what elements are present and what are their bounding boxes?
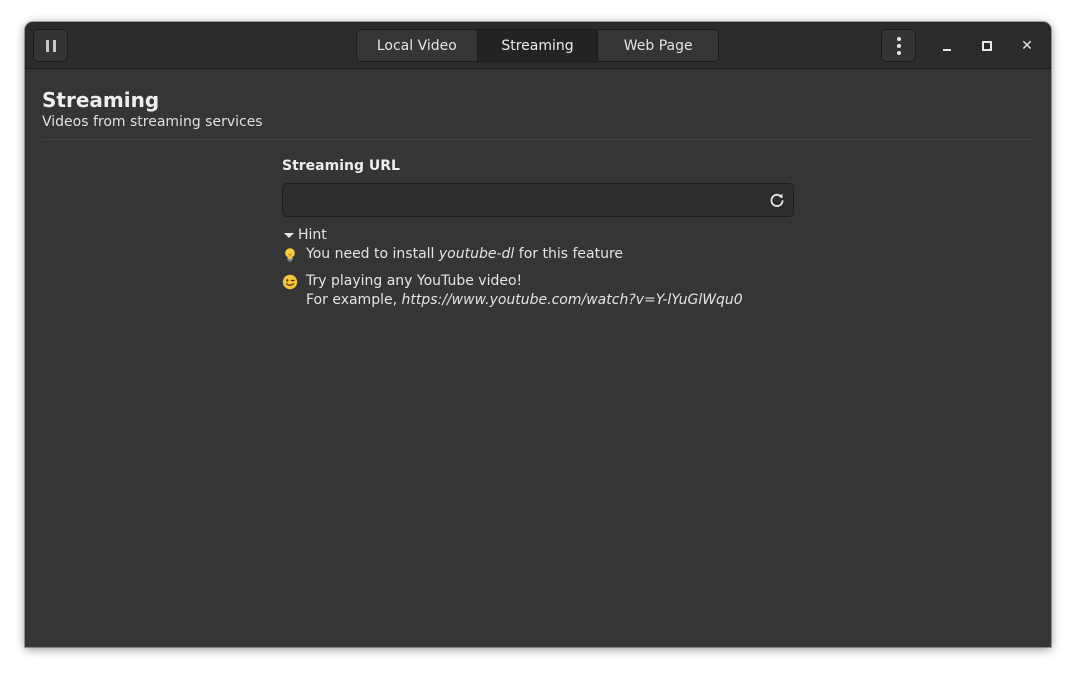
streaming-url-label: Streaming URL [282, 158, 400, 174]
hint-example-url: https://www.youtube.com/watch?v=Y-lYuGlW… [401, 292, 743, 308]
page-subtitle: Videos from streaming services [42, 114, 263, 130]
expander-arrow-icon [284, 232, 294, 238]
header-bar: Local Video Streaming Web Page ✕ [25, 22, 1051, 69]
refresh-icon[interactable] [769, 192, 785, 208]
kebab-menu-icon [896, 36, 901, 55]
minimize-icon [943, 49, 951, 51]
close-button[interactable]: ✕ [1016, 35, 1038, 57]
maximize-button[interactable] [976, 35, 998, 57]
pause-icon [45, 39, 56, 52]
view-switcher: Local Video Streaming Web Page [356, 29, 719, 62]
hint-toggle-label: Hint [298, 227, 327, 243]
maximize-icon [982, 41, 992, 51]
pause-button[interactable] [33, 29, 68, 62]
streaming-url-field [282, 183, 794, 218]
hint-expander[interactable]: Hint [282, 227, 327, 243]
minimize-button[interactable] [936, 35, 958, 57]
wink-emoji-icon [282, 274, 298, 290]
main-menu-button[interactable] [881, 29, 916, 62]
streaming-url-input[interactable] [291, 184, 765, 218]
lightbulb-icon [285, 248, 295, 262]
app-window: Local Video Streaming Web Page ✕ Streami… [25, 22, 1051, 647]
hint-install-package: youtube-dl [438, 246, 515, 262]
tab-local-video[interactable]: Local Video [357, 30, 478, 61]
hint-youtube-text: Try playing any YouTube video! [306, 273, 523, 289]
close-icon: ✕ [1021, 38, 1033, 54]
tab-web-page[interactable]: Web Page [598, 30, 718, 61]
hint-install-suffix: for this feature [514, 246, 624, 262]
tab-streaming[interactable]: Streaming [477, 30, 599, 61]
header-separator [42, 139, 1033, 140]
hint-install-prefix: You need to install [306, 246, 439, 262]
page-title: Streaming [42, 88, 160, 112]
hint-example-prefix: For example, [306, 292, 402, 308]
